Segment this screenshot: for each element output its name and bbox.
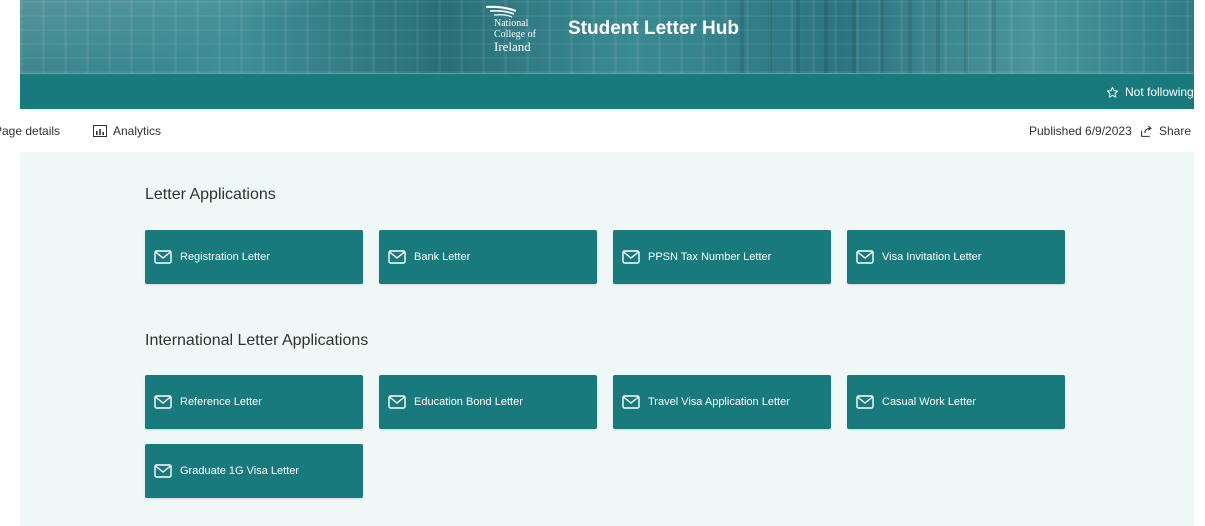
mail-icon [856,395,874,409]
logo-line-1: National [494,18,529,29]
published-date: Published 6/9/2023 [1029,124,1132,138]
tile-label: Bank Letter [414,251,471,263]
page-details-button[interactable]: Page details [0,124,60,138]
section-title-letter-applications: Letter Applications [145,186,276,203]
tile-travel-visa-application-letter[interactable]: Travel Visa Application Letter [613,375,831,429]
tile-casual-work-letter[interactable]: Casual Work Letter [847,375,1065,429]
star-icon [1106,86,1119,98]
tile-label: PPSN Tax Number Letter [648,251,772,263]
tile-label: Graduate 1G Visa Letter [180,465,300,477]
tile-ppsn-tax-number-letter[interactable]: PPSN Tax Number Letter [613,230,831,284]
share-button[interactable]: Share [1140,124,1191,138]
tile-graduate-1g-visa-letter[interactable]: Graduate 1G Visa Letter [145,444,363,498]
mail-icon [622,250,640,264]
section-title-international-letter-applications: International Letter Applications [145,332,369,349]
tile-visa-invitation-letter[interactable]: Visa Invitation Letter [847,230,1065,284]
site-title[interactable]: Student Letter Hub [568,18,739,40]
analytics-icon [93,125,107,137]
tile-label: Education Bond Letter [414,396,523,408]
tile-bank-letter[interactable]: Bank Letter [379,230,597,284]
mail-icon [388,395,406,409]
college-logo[interactable]: National College of Ireland [468,4,558,64]
follow-label: Not following [1125,85,1194,99]
share-icon [1141,125,1152,137]
page-details-label: Page details [0,124,61,138]
command-bar: Page details Analytics Published 6/9/202… [0,109,1205,152]
logo-line-3: Ireland [494,39,531,54]
page-content: Letter Applications Registration Letter … [20,152,1194,526]
analytics-button[interactable]: Analytics [93,124,161,138]
share-label: Share [1159,124,1192,138]
tile-label: Registration Letter [180,251,270,263]
tile-label: Visa Invitation Letter [882,251,982,263]
mail-icon [388,250,406,264]
tile-label: Casual Work Letter [882,396,976,408]
tile-label: Reference Letter [180,396,262,408]
mail-icon [154,395,172,409]
banner-window-panes [740,0,1000,73]
banner-glass-reflection [20,0,350,73]
published-label: Published 6/9/2023 [1029,124,1132,138]
mail-icon [622,395,640,409]
mail-icon [856,250,874,264]
tile-education-bond-letter[interactable]: Education Bond Letter [379,375,597,429]
site-navbar: Not following [20,73,1194,110]
tile-registration-letter[interactable]: Registration Letter [145,230,363,284]
follow-button[interactable]: Not following [1106,83,1194,101]
tile-label: Travel Visa Application Letter [648,396,790,408]
tile-reference-letter[interactable]: Reference Letter [145,375,363,429]
mail-icon [154,250,172,264]
mail-icon [154,464,172,478]
analytics-label: Analytics [113,124,162,138]
site-banner: National College of Ireland Student Lett… [20,0,1194,73]
